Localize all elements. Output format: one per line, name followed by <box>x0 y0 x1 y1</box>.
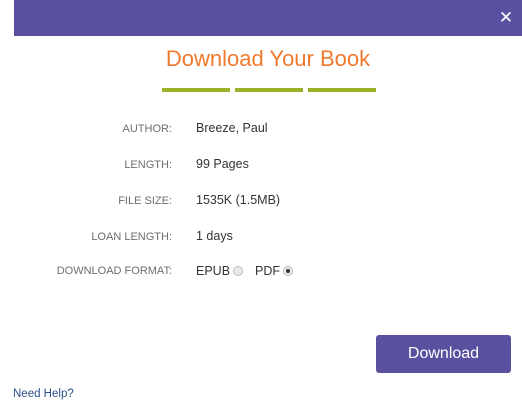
format-option-epub[interactable]: EPUB <box>196 261 244 281</box>
underline-segment <box>162 88 230 92</box>
title-underline <box>162 88 377 93</box>
dialog-header-bar: ✕ <box>14 0 522 36</box>
loan-length-row: LOAN LENGTH: 1 days <box>14 227 522 247</box>
author-value: Breeze, Paul <box>196 121 268 135</box>
author-label: AUTHOR: <box>122 123 173 135</box>
need-help-link[interactable]: Need Help? <box>13 388 74 400</box>
format-option-label: PDF <box>255 264 280 278</box>
download-format-label: DOWNLOAD FORMAT: <box>56 265 172 277</box>
epub-radio[interactable] <box>233 266 244 276</box>
file-size-label: FILE SIZE: <box>118 195 172 207</box>
underline-segment <box>308 88 376 92</box>
file-size-row: FILE SIZE: 1535K (1.5MB) <box>14 191 522 211</box>
length-label: LENGTH: <box>124 159 172 171</box>
download-button[interactable]: Download <box>376 335 511 373</box>
length-value: 99 Pages <box>196 157 249 171</box>
download-format-row: DOWNLOAD FORMAT: EPUB PDF <box>14 261 522 281</box>
dialog-title: Download Your Book <box>165 46 371 71</box>
download-dialog: ✕ Download Your Book AUTHOR: Breeze, Pau… <box>14 0 522 406</box>
file-size-value: 1535K (1.5MB) <box>196 193 281 207</box>
loan-length-value: 1 days <box>196 229 233 243</box>
format-option-label: EPUB <box>196 264 231 278</box>
format-option-pdf[interactable]: PDF <box>255 261 293 281</box>
pdf-radio[interactable] <box>283 266 293 276</box>
underline-segment <box>235 88 303 92</box>
length-row: LENGTH: 99 Pages <box>14 155 522 175</box>
loan-length-label: LOAN LENGTH: <box>91 231 172 243</box>
author-row: AUTHOR: Breeze, Paul <box>14 119 522 139</box>
close-icon[interactable]: ✕ <box>496 8 516 28</box>
